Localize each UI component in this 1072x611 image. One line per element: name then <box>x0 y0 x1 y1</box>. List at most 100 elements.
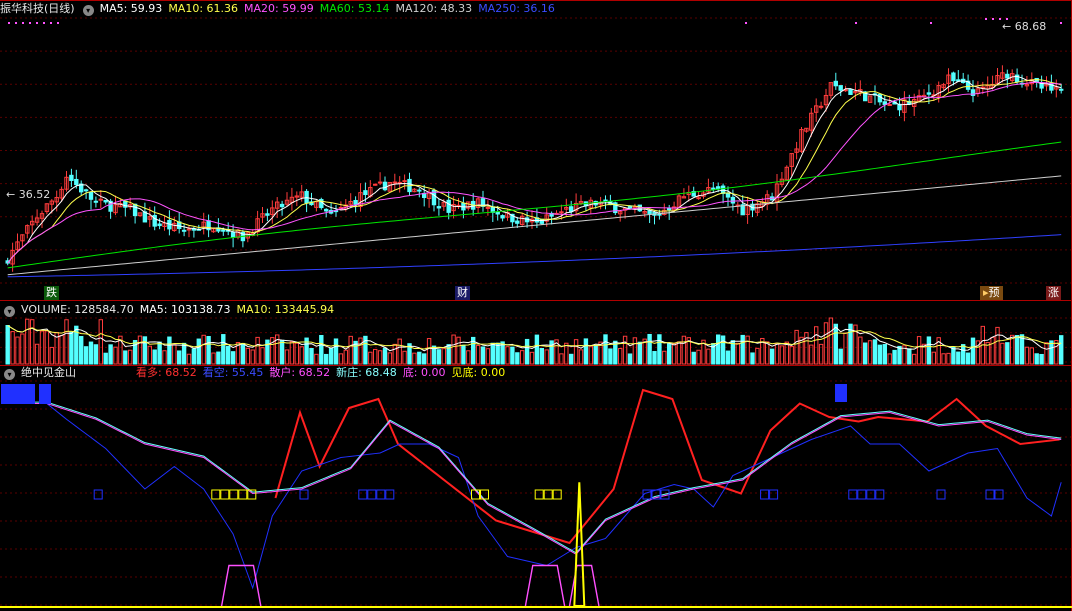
candle-body <box>83 189 89 192</box>
finance-tag[interactable]: 财 <box>455 286 470 300</box>
signal-box <box>543 489 553 500</box>
volume-bar <box>441 348 447 365</box>
volume-bar <box>676 341 682 365</box>
volume-bar <box>279 339 285 365</box>
volume-bar <box>608 348 613 365</box>
chevron-down-icon[interactable]: ▾ <box>4 306 15 317</box>
volume-bar <box>230 351 236 365</box>
volume-bar <box>426 338 432 365</box>
indicator-panel-header: ▾ 绝中见金山 看多: 68.52 看空: 55.45 散户: 68.52 新庄: 68.… <box>0 365 511 381</box>
candle-body <box>402 180 407 183</box>
volume-bar <box>843 332 848 365</box>
volume-group <box>5 317 1064 365</box>
volume-bar <box>990 336 995 365</box>
volume-bar <box>622 335 628 365</box>
volume-bar <box>867 340 873 365</box>
volume-bar <box>681 335 687 365</box>
signal-dot <box>930 22 932 24</box>
volume-panel-header: ▾ VOLUME: 128584.70 MA5: 103138.73 MA10: 13… <box>0 302 340 318</box>
volume-bar <box>1034 353 1039 365</box>
candle-body <box>69 174 74 181</box>
volume-bar <box>451 334 456 365</box>
high-price-value: 68.68 <box>1014 20 1047 33</box>
candle-body <box>500 215 505 219</box>
signal-box <box>534 489 544 500</box>
signal-dot <box>57 22 59 24</box>
candle-body <box>93 200 99 203</box>
stock-chart-window[interactable]: 振华科技(日线) ▾ MA5: 59.93 MA10: 61.36 MA20: 59.9… <box>0 0 1072 611</box>
volume-bar <box>167 336 172 365</box>
volume-bar <box>907 348 912 365</box>
low-price-value: 36.52 <box>18 188 51 201</box>
volume-bar <box>314 353 319 365</box>
candle-body <box>1005 73 1010 79</box>
volume-bar <box>358 337 363 365</box>
signal-dot <box>8 22 10 24</box>
signal-box <box>385 489 395 500</box>
volume-bar <box>240 342 246 365</box>
rise-tag[interactable]: 涨 <box>1046 286 1061 300</box>
volume-bar <box>863 342 868 365</box>
volume-bar <box>495 342 500 365</box>
volume-ma5-label: MA5: 103138.73 <box>139 303 231 316</box>
ma60-label: MA60: 53.14 <box>319 2 390 15</box>
volume-bar <box>69 331 74 365</box>
chevron-down-icon[interactable]: ▾ <box>4 369 15 380</box>
signal-box <box>220 489 230 500</box>
long-line <box>274 388 1060 545</box>
volume-bar <box>877 344 883 365</box>
candle-body <box>951 72 956 82</box>
candle-body <box>833 80 838 87</box>
signal-box <box>769 489 779 500</box>
volume-bar <box>671 343 677 365</box>
volume-bar <box>539 348 544 365</box>
signal-box <box>552 489 562 500</box>
volume-bar <box>456 336 461 365</box>
drop-tag[interactable]: 跌 <box>44 286 59 300</box>
retail-value: 散户: 68.52 <box>269 366 331 379</box>
signal-box <box>358 489 368 500</box>
volume-bar <box>706 348 711 365</box>
volume-bar <box>647 333 652 365</box>
volume-bar <box>289 341 295 365</box>
stock-name: 振华科技(日线) <box>0 2 75 15</box>
volume-bar <box>181 342 187 365</box>
ma250-label: MA250: 36.16 <box>478 2 555 15</box>
volume-bar <box>765 341 770 365</box>
volume-bar <box>422 353 427 365</box>
volume-bar <box>299 346 304 365</box>
preview-tag[interactable]: ▸预 <box>980 286 1003 300</box>
chevron-down-icon[interactable]: ▾ <box>82 5 94 16</box>
ma20-label: MA20: 59.99 <box>244 2 314 15</box>
short-value: 看空: 55.45 <box>202 366 264 379</box>
ma5-label: MA5: 59.93 <box>99 2 163 15</box>
signal-box <box>936 489 946 500</box>
volume-bar <box>564 342 569 365</box>
volume-bar <box>211 352 216 365</box>
candle-body <box>838 85 843 91</box>
signal-dot <box>50 22 52 24</box>
signal-dot <box>992 18 994 20</box>
volume-bar <box>255 336 260 365</box>
preview-tag-label: 预 <box>988 286 1000 299</box>
volume-bar <box>588 345 593 365</box>
short-line <box>7 403 1062 590</box>
volume-bar <box>142 336 148 365</box>
volume-bar <box>1039 353 1044 365</box>
volume-bar <box>593 345 598 365</box>
candle-body <box>98 198 103 201</box>
volume-bar <box>186 353 192 365</box>
volume-bar <box>152 349 157 365</box>
volume-bar <box>789 345 794 365</box>
volume-bar <box>466 350 471 365</box>
candle-body <box>230 232 236 238</box>
volume-bar <box>524 338 530 365</box>
candle-body <box>221 229 226 232</box>
volume-bar <box>191 348 197 365</box>
signal-box <box>229 489 239 500</box>
volume-bar <box>328 347 334 365</box>
main-panel-header: 振华科技(日线) ▾ MA5: 59.93 MA10: 61.36 MA20: 59.9… <box>0 1 561 17</box>
see-bottom-value: 见底: 0.00 <box>451 366 506 379</box>
volume-bar <box>897 345 902 365</box>
signal-dot <box>1060 22 1062 24</box>
